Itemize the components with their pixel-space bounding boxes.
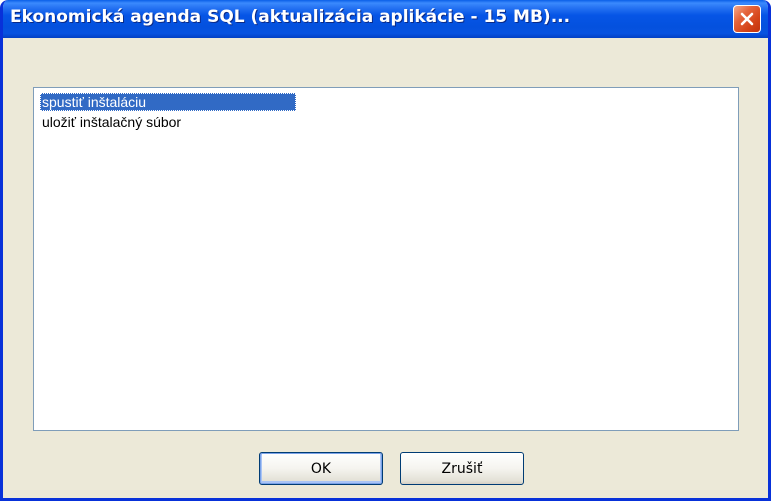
cancel-button[interactable]: Zrušiť [400,452,524,485]
close-icon [739,11,755,27]
title-bar[interactable]: Ekonomická agenda SQL (aktualizácia apli… [3,0,768,38]
dialog-content: spustiť inštaláciu uložiť inštalačný súb… [3,38,768,498]
options-listbox[interactable]: spustiť inštaláciu uložiť inštalačný súb… [33,87,739,431]
close-button[interactable] [733,5,761,33]
dialog-window: Ekonomická agenda SQL (aktualizácia apli… [0,0,771,501]
list-item-run-installation[interactable]: spustiť inštaláciu [40,93,296,111]
list-item-save-installer[interactable]: uložiť inštalačný súbor [40,113,183,131]
ok-button[interactable]: OK [259,452,383,485]
window-title: Ekonomická agenda SQL (aktualizácia apli… [10,7,571,27]
